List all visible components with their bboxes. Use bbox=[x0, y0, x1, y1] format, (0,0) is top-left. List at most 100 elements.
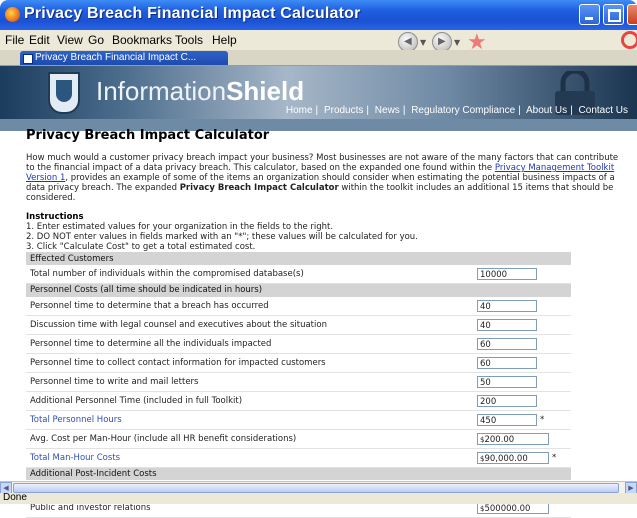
site-logo[interactable]: InformationShield bbox=[96, 76, 304, 107]
value-input[interactable]: 200 bbox=[477, 394, 537, 407]
field-value: 90,000.00 bbox=[484, 453, 528, 464]
value-input[interactable]: 50 bbox=[477, 375, 537, 388]
calculator-row: Personnel time to collect contact inform… bbox=[26, 353, 571, 373]
nav-separator: | bbox=[366, 105, 370, 116]
field-label: Discussion time with legal counsel and e… bbox=[26, 315, 473, 335]
nav-news[interactable]: News bbox=[375, 105, 400, 116]
menu-tools[interactable]: Tools bbox=[175, 33, 203, 47]
field-cell: 40 bbox=[473, 296, 571, 316]
field-value: 200.00 bbox=[484, 434, 515, 445]
field-label: Total number of individuals within the c… bbox=[26, 265, 473, 284]
status-bar: Done bbox=[0, 492, 637, 504]
nav-home[interactable]: Home bbox=[286, 105, 313, 116]
field-value: 40 bbox=[480, 301, 491, 312]
field-value: 40 bbox=[480, 320, 491, 331]
section-header: Effected Customers bbox=[26, 252, 571, 265]
minimize-button[interactable] bbox=[579, 4, 600, 25]
page-favicon-icon bbox=[23, 54, 33, 64]
tab-strip: Privacy Breach Financial Impact C... bbox=[0, 50, 637, 66]
logo-text-light: Information bbox=[96, 76, 227, 106]
field-label: Additional Personnel Time (included in f… bbox=[26, 391, 473, 411]
value-input[interactable]: $200.00 bbox=[477, 432, 549, 445]
field-cell: 200 bbox=[473, 391, 571, 411]
instruction-item: 3. Click "Calculate Cost" to get a total… bbox=[26, 242, 256, 252]
field-value: 10000 bbox=[480, 270, 508, 280]
value-input[interactable]: 40 bbox=[477, 318, 537, 331]
activity-throbber-icon bbox=[621, 31, 637, 49]
field-label: Personnel time to collect contact inform… bbox=[26, 353, 473, 373]
field-value: 450 bbox=[480, 415, 497, 426]
nav-products[interactable]: Products bbox=[324, 105, 363, 116]
field-label: Personnel time to write and mail letters bbox=[26, 372, 473, 392]
field-cell: 450 * bbox=[473, 410, 571, 430]
tab-privacy-calculator[interactable]: Privacy Breach Financial Impact C... bbox=[20, 51, 228, 65]
value-input[interactable]: 10000 bbox=[477, 268, 537, 280]
field-label: Personnel time to determine that a breac… bbox=[26, 296, 473, 316]
field-value: 60 bbox=[480, 358, 491, 369]
field-value: 50 bbox=[480, 377, 491, 388]
scrollbar-thumb[interactable] bbox=[13, 483, 619, 493]
menu-view[interactable]: View bbox=[57, 33, 83, 47]
forward-arrow-icon: ▶ bbox=[438, 36, 446, 47]
calculated-field: 450 bbox=[477, 413, 537, 426]
nav-separator: | bbox=[570, 105, 573, 116]
menu-file[interactable]: File bbox=[5, 33, 24, 47]
page-title: Privacy Breach Impact Calculator bbox=[26, 128, 270, 143]
calculator-row: Personnel time to determine that a breac… bbox=[26, 296, 571, 316]
value-input[interactable]: 60 bbox=[477, 337, 537, 350]
field-cell: 40 bbox=[473, 315, 571, 335]
field-value: 60 bbox=[480, 339, 491, 350]
field-value: 500000.00 bbox=[484, 504, 531, 514]
field-cell: 60 bbox=[473, 334, 571, 354]
calculator-row: Personnel time to write and mail letters… bbox=[26, 372, 571, 392]
menu-bookmarks[interactable]: Bookmarks bbox=[112, 33, 172, 47]
field-label: Total Man-Hour Costs bbox=[26, 448, 473, 468]
back-arrow-icon: ◀ bbox=[404, 36, 412, 47]
intro-paragraph: How much would a customer privacy breach… bbox=[26, 153, 626, 203]
value-input[interactable]: 40 bbox=[477, 299, 537, 312]
menu-edit[interactable]: Edit bbox=[29, 33, 50, 47]
nav-regulatory-compliance[interactable]: Regulatory Compliance bbox=[411, 105, 515, 116]
forward-button[interactable]: ▶ bbox=[432, 32, 452, 52]
field-cell: 10000 bbox=[473, 265, 571, 284]
section-title: Personnel Costs (all time should be indi… bbox=[30, 285, 263, 296]
firefox-icon bbox=[5, 7, 20, 22]
forward-dropdown-icon[interactable]: ▼ bbox=[454, 38, 460, 47]
calculated-marker: * bbox=[552, 453, 557, 463]
shield-logo-icon bbox=[48, 72, 80, 114]
calculator-row: Avg. Cost per Man-Hour (include all HR b… bbox=[26, 429, 571, 449]
instruction-item: 1. Enter estimated values for your organ… bbox=[26, 222, 334, 232]
close-button[interactable] bbox=[627, 4, 637, 25]
status-text: Done bbox=[3, 492, 27, 503]
menu-bar: File Edit View Go Bookmarks Tools Help bbox=[0, 30, 637, 51]
window-title: Privacy Breach Financial Impact Calculat… bbox=[24, 5, 361, 22]
section-header: Additional Post-Incident Costs bbox=[26, 467, 571, 480]
field-label: Avg. Cost per Man-Hour (include all HR b… bbox=[26, 429, 473, 449]
page-content: Privacy Breach Impact Calculator How muc… bbox=[26, 128, 626, 262]
calculator-row: Total Personnel Hours 450 * bbox=[26, 410, 571, 430]
value-input[interactable]: 60 bbox=[477, 356, 537, 369]
nav-separator: | bbox=[518, 105, 521, 116]
calculated-field: $90,000.00 bbox=[477, 451, 549, 464]
field-cell: $200.00 bbox=[473, 429, 571, 449]
calculator-table: Effected Customers Total number of indivi… bbox=[26, 252, 571, 518]
section-title: Additional Post-Incident Costs bbox=[30, 468, 157, 479]
menu-go[interactable]: Go bbox=[88, 33, 104, 47]
back-button[interactable]: ◀ bbox=[398, 32, 418, 52]
instructions-title: Instructions bbox=[26, 212, 84, 222]
calculator-row: Discussion time with legal counsel and e… bbox=[26, 315, 571, 335]
calculator-row: Total number of individuals within the c… bbox=[26, 265, 571, 284]
calculated-marker: * bbox=[540, 415, 545, 425]
section-title: Effected Customers bbox=[30, 253, 114, 264]
field-label: Total Personnel Hours bbox=[26, 410, 473, 430]
maximize-button[interactable] bbox=[603, 4, 624, 25]
nav-contact-us[interactable]: Contact Us bbox=[579, 105, 628, 116]
menu-help[interactable]: Help bbox=[212, 33, 237, 47]
back-dropdown-icon[interactable]: ▼ bbox=[420, 38, 426, 47]
nav-about-us[interactable]: About Us bbox=[526, 105, 567, 116]
logo-text-bold: Shield bbox=[226, 76, 305, 106]
field-value: 200 bbox=[480, 396, 497, 407]
window-titlebar: Privacy Breach Financial Impact Calculat… bbox=[0, 0, 637, 30]
field-cell: 50 bbox=[473, 372, 571, 392]
nav-separator: | bbox=[315, 105, 319, 116]
